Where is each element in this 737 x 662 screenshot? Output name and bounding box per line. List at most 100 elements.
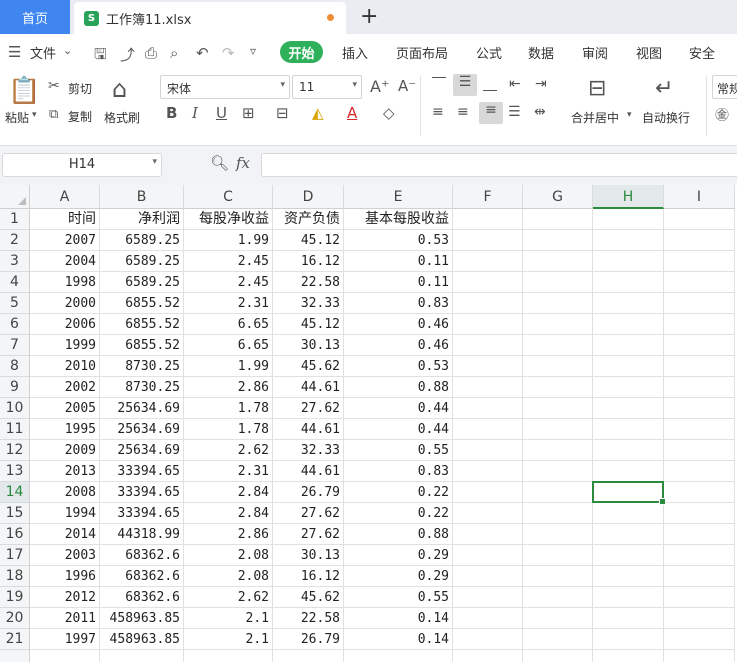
header-cell[interactable]: 时间 [30,209,100,230]
data-cell[interactable]: 2007 [30,230,100,251]
data-cell[interactable]: 2011 [30,608,100,629]
data-cell[interactable]: 25634.69 [100,440,184,461]
empty-cell[interactable] [523,608,593,629]
data-cell[interactable]: 16.12 [273,566,344,587]
increase-font-icon[interactable]: A⁺ [370,77,389,96]
empty-cell[interactable] [523,293,593,314]
empty-cell[interactable] [453,650,523,662]
empty-cell[interactable] [593,272,664,293]
paste-icon[interactable]: 📋 [8,76,40,106]
row-header[interactable]: 16 [0,524,30,545]
row-header[interactable]: 4 [0,272,30,293]
data-cell[interactable]: 0.88 [344,524,453,545]
data-cell[interactable]: 27.62 [273,503,344,524]
empty-cell[interactable] [523,314,593,335]
data-cell[interactable]: 68362.6 [100,545,184,566]
data-cell[interactable]: 44.61 [273,419,344,440]
outdent-icon[interactable]: ⇤ [509,76,521,92]
empty-cell[interactable] [664,587,735,608]
data-cell[interactable]: 2008 [30,482,100,503]
empty-cell[interactable] [453,440,523,461]
empty-cell[interactable] [523,587,593,608]
row-header[interactable]: 2 [0,230,30,251]
empty-cell[interactable] [523,230,593,251]
row-header[interactable]: 12 [0,440,30,461]
data-cell[interactable]: 2.1 [184,629,273,650]
data-cell[interactable]: 0.22 [344,482,453,503]
wrap-text-icon[interactable]: ↵ [655,76,673,101]
empty-cell[interactable] [453,524,523,545]
data-cell[interactable]: 2003 [30,545,100,566]
data-cell[interactable]: 2.31 [184,461,273,482]
data-cell[interactable]: 2.31 [184,293,273,314]
data-cell[interactable]: 16.12 [273,251,344,272]
empty-cell[interactable] [664,356,735,377]
empty-cell[interactable] [30,650,100,662]
empty-cell[interactable] [453,419,523,440]
data-cell[interactable]: 45.12 [273,230,344,251]
empty-cell[interactable] [664,293,735,314]
row-header[interactable]: 1 [0,209,30,230]
data-cell[interactable]: 1999 [30,335,100,356]
data-cell[interactable]: 25634.69 [100,419,184,440]
data-cell[interactable]: 2.45 [184,251,273,272]
empty-cell[interactable] [523,482,593,503]
formula-input[interactable] [261,153,737,177]
font-color-icon[interactable]: A [347,104,357,122]
column-header-e[interactable]: E [344,185,453,209]
scissors-icon[interactable]: ✂ [48,78,60,94]
number-format-select[interactable]: 常规 [712,75,737,99]
empty-cell[interactable] [664,230,735,251]
data-cell[interactable]: 0.88 [344,377,453,398]
empty-cell[interactable] [593,419,664,440]
row-header[interactable]: 8 [0,356,30,377]
row-header[interactable]: 21 [0,629,30,650]
redo-icon[interactable]: ↷ [222,44,235,62]
align-right-icon[interactable]: ≡ [479,102,503,124]
empty-cell[interactable] [593,314,664,335]
header-cell[interactable]: 基本每股收益 [344,209,453,230]
empty-cell[interactable] [523,398,593,419]
data-cell[interactable]: 2.84 [184,503,273,524]
data-cell[interactable]: 0.29 [344,566,453,587]
empty-cell[interactable] [593,587,664,608]
spreadsheet-grid[interactable]: A B C D E F G H I 1 时间 净利润 每股净收益 资产负债 基本每股收益 2 2007 6589.… [0,185,737,662]
empty-cell[interactable] [664,419,735,440]
empty-cell[interactable] [593,335,664,356]
empty-cell[interactable] [593,230,664,251]
empty-cell[interactable] [593,356,664,377]
empty-cell[interactable] [453,335,523,356]
justify-icon[interactable]: ☰ [508,104,521,120]
select-all-button[interactable] [0,185,30,209]
column-header-i[interactable]: I [664,185,735,209]
data-cell[interactable]: 6855.52 [100,335,184,356]
data-cell[interactable]: 458963.85 [100,608,184,629]
tab-home[interactable]: 首页 [0,0,70,34]
empty-cell[interactable] [523,440,593,461]
empty-cell[interactable] [453,566,523,587]
data-cell[interactable]: 2.62 [184,440,273,461]
data-cell[interactable]: 68362.6 [100,566,184,587]
empty-cell[interactable] [664,398,735,419]
data-cell[interactable]: 27.62 [273,398,344,419]
data-cell[interactable]: 22.58 [273,272,344,293]
data-cell[interactable]: 44.61 [273,377,344,398]
data-cell[interactable]: 0.53 [344,356,453,377]
row-header[interactable]: 19 [0,587,30,608]
empty-cell[interactable] [664,566,735,587]
data-cell[interactable]: 0.46 [344,314,453,335]
empty-cell[interactable] [523,272,593,293]
data-cell[interactable]: 0.14 [344,629,453,650]
wrap-text-button[interactable]: 自动换行 [642,109,690,126]
data-cell[interactable]: 30.13 [273,335,344,356]
data-cell[interactable]: 1.78 [184,419,273,440]
borders-icon[interactable]: ⊞ [242,104,255,122]
empty-cell[interactable] [664,209,735,230]
empty-cell[interactable] [453,314,523,335]
cell-style-icon[interactable]: ⊟ [276,104,289,122]
empty-cell[interactable] [593,566,664,587]
data-cell[interactable]: 45.62 [273,587,344,608]
menu-file[interactable]: 文件 [30,43,56,62]
empty-cell[interactable] [664,482,735,503]
empty-cell[interactable] [523,650,593,662]
